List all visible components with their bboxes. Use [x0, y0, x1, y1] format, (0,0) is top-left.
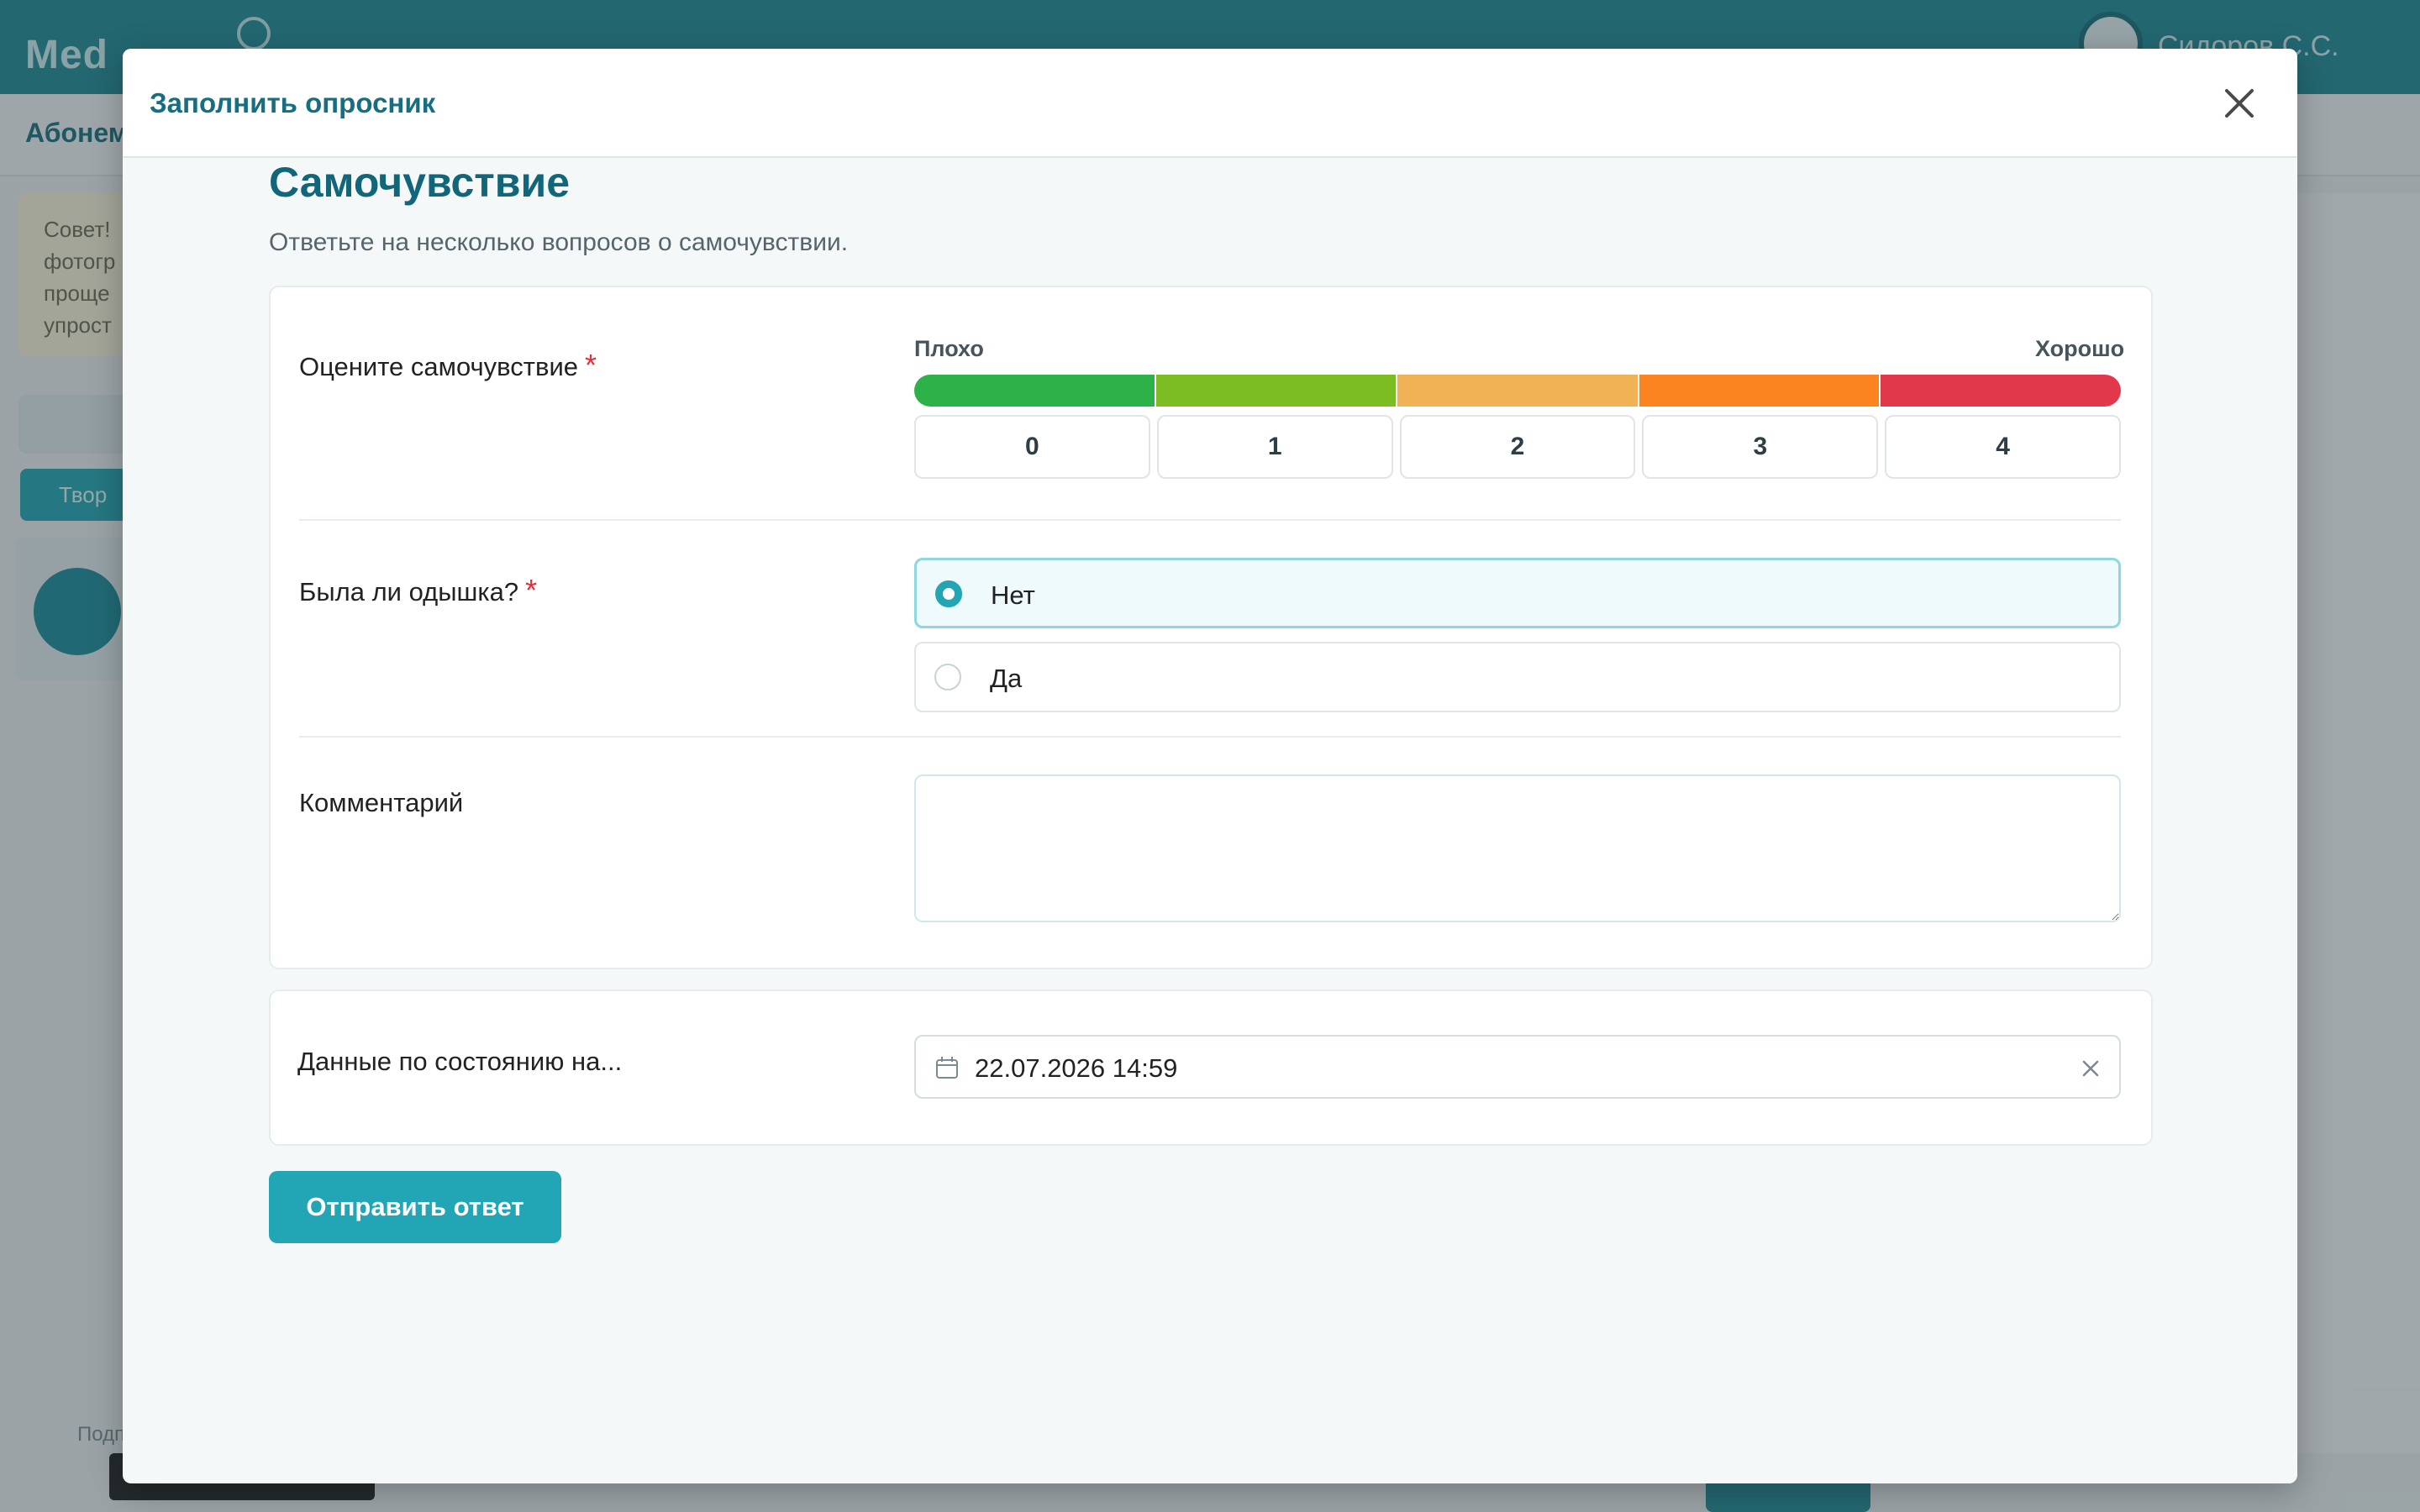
date-label: Данные по состоянию на... [297, 1047, 623, 1076]
radio-label-yes: Да [990, 664, 1023, 693]
rating-options: 0 1 2 3 4 [914, 415, 2121, 479]
q3-label: Комментарий [299, 788, 464, 817]
rating-option-3[interactable]: 3 [1642, 415, 1879, 479]
required-mark: * [585, 348, 597, 382]
scale-segment-0 [914, 375, 1156, 407]
radio-label-no: Нет [991, 580, 1035, 610]
q1-label: Оцените самочувствие * [299, 348, 597, 383]
submit-button[interactable]: Отправить ответ [269, 1171, 561, 1243]
rating-scale-bar [914, 375, 2121, 407]
radio-option-yes[interactable]: Да [914, 642, 2121, 712]
q1-label-text: Оцените самочувствие [299, 352, 579, 381]
comment-textarea[interactable] [914, 774, 2121, 922]
modal-body: Самочувствие Ответьте на несколько вопро… [123, 49, 2297, 1483]
rating-option-2[interactable]: 2 [1399, 415, 1636, 479]
scale-segment-1 [1155, 375, 1398, 407]
section-heading: Самочувствие [269, 159, 571, 206]
scale-segment-4 [1881, 375, 2121, 407]
scale-segment-2 [1397, 375, 1639, 407]
section-subtitle: Ответьте на несколько вопросов о самочув… [269, 228, 849, 256]
required-mark: * [525, 573, 538, 607]
radio-option-no[interactable]: Нет [914, 558, 2121, 628]
scale-high-label: Хорошо [2035, 336, 2125, 361]
q2-label-text: Была ли одышка? [299, 577, 519, 606]
rating-option-0[interactable]: 0 [914, 415, 1150, 479]
date-value: 22.07.2026 14:59 [975, 1053, 1178, 1083]
calendar-icon [936, 1057, 958, 1079]
scale-segment-3 [1639, 375, 1881, 407]
divider [299, 736, 2121, 738]
scale-low-label: Плохо [914, 336, 984, 361]
q2-label: Была ли одышка? * [299, 573, 537, 608]
divider [299, 519, 2121, 521]
rating-option-4[interactable]: 4 [1885, 415, 2121, 479]
date-input[interactable]: 22.07.2026 14:59 [914, 1035, 2121, 1099]
rating-option-1[interactable]: 1 [1156, 415, 1393, 479]
radio-checked-icon [935, 580, 962, 607]
radio-unchecked-icon [934, 664, 961, 690]
clear-date-icon[interactable] [2079, 1057, 2102, 1080]
